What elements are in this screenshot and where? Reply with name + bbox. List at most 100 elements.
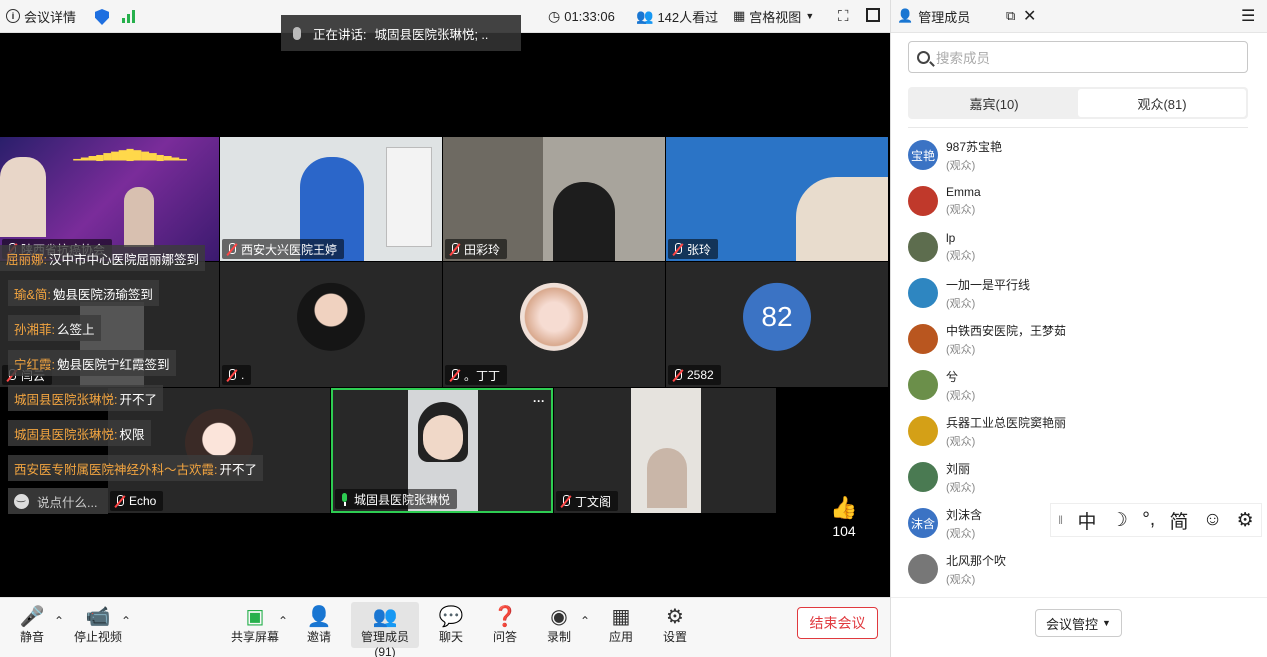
like-button[interactable]: 👍 104: [826, 495, 862, 539]
signal-icon[interactable]: [122, 10, 135, 23]
name-tag: 。丁丁: [445, 365, 508, 385]
member-name: 刘丽: [946, 461, 971, 476]
meeting-control-label: 会议管控: [1046, 616, 1099, 632]
member-info: 北风那个吹 (观众): [946, 552, 1006, 587]
invite-button[interactable]: 👤 邀请: [291, 604, 347, 645]
chevron-up-icon[interactable]: ⌃: [580, 614, 590, 628]
chat-message: 宁红霞: 勉县医院宁红霞签到: [8, 350, 176, 376]
avatar: [908, 232, 938, 262]
video-tile[interactable]: ▁▂▃▄▅▆▇█▇▆▅▄▃▂▁ 陕西省抗癌协会: [0, 137, 219, 261]
stop-video-button[interactable]: 📹 停止视频: [70, 604, 126, 645]
member-item[interactable]: 刘丽 (观众): [908, 457, 975, 497]
search-input[interactable]: 搜索成员: [908, 41, 1248, 73]
video-tile-active[interactable]: ··· 城固县医院张琳悦: [331, 388, 553, 513]
member-info: 刘沫含 (观众): [946, 506, 982, 541]
popout-icon[interactable]: ⧉: [1006, 8, 1015, 24]
member-name: 一加一是平行线: [946, 277, 1031, 292]
tab-guests[interactable]: 嘉宾(10): [910, 89, 1078, 117]
member-info: Emma (观众): [946, 185, 981, 217]
view-mode-dropdown[interactable]: ▦ 宫格视图 ▼: [733, 7, 814, 26]
participant-name: 2582: [687, 368, 714, 382]
chat-sender: 西安医专附属医院神经外科～古欢霞:: [14, 462, 218, 477]
members-label: 管理成员(91): [360, 630, 409, 657]
chevron-up-icon[interactable]: ⌃: [54, 614, 64, 628]
menu-icon[interactable]: ☰: [1241, 6, 1255, 26]
participant-name: .: [241, 368, 245, 382]
video-tile[interactable]: 张玲: [666, 137, 888, 261]
name-tag: 2582: [668, 365, 721, 385]
video-tile[interactable]: .: [220, 262, 442, 387]
video-tile[interactable]: 。丁丁: [443, 262, 665, 387]
participant-avatar: [520, 282, 588, 351]
meeting-details-label: 会议详情: [24, 9, 77, 25]
chat-input[interactable]: 说点什么...: [8, 488, 108, 514]
participant-video: [631, 388, 701, 513]
more-options-icon[interactable]: ···: [533, 394, 545, 408]
viewers-count[interactable]: 👥 142人看过: [636, 7, 718, 26]
shield-icon[interactable]: [95, 9, 109, 25]
panel-footer: 会议管控 ▼: [891, 597, 1267, 657]
stop-video-label: 停止视频: [73, 630, 122, 644]
chat-label: 聊天: [438, 630, 463, 644]
sidebar-toggle-icon[interactable]: [866, 8, 880, 22]
member-item[interactable]: lp (观众): [908, 227, 975, 267]
mute-button[interactable]: 🎤 静音: [4, 604, 60, 645]
ime-drag-handle[interactable]: ‖: [1058, 513, 1063, 527]
chevron-up-icon[interactable]: ⌃: [278, 614, 288, 628]
ime-settings-icon[interactable]: ⚙: [1237, 509, 1254, 532]
member-item[interactable]: 兵器工业总医院窦艳丽 (观众): [908, 411, 1066, 451]
member-item[interactable]: 中铁西安医院，王梦茹 (观众): [908, 319, 1066, 359]
ime-halfwidth-toggle[interactable]: ☽: [1111, 509, 1128, 532]
participant-avatar: [297, 282, 365, 351]
meeting-details-button[interactable]: i 会议详情: [6, 7, 76, 26]
ime-simplified-toggle[interactable]: 简: [1170, 507, 1189, 534]
member-item[interactable]: 一加一是平行线 (观众): [908, 273, 1030, 313]
member-role: (观众): [946, 343, 976, 356]
close-icon[interactable]: ✕: [1023, 6, 1036, 26]
video-tile[interactable]: 田彩玲: [443, 137, 665, 261]
member-item[interactable]: 北风那个吹 (观众): [908, 549, 1006, 589]
chat-message: 屈丽娜: 汉中市中心医院屈丽娜签到: [0, 245, 205, 271]
record-button[interactable]: ◉ 录制: [531, 604, 587, 645]
member-name: 987苏宝艳: [946, 139, 1003, 154]
avatar: [908, 554, 938, 584]
fullscreen-icon[interactable]: ⛶: [838, 8, 849, 25]
members-button[interactable]: 👥 管理成员(91): [351, 602, 419, 657]
avatar: 宝艳: [908, 140, 938, 170]
panel-header: 👤 管理成员 ⧉ ✕ ☰: [891, 0, 1267, 33]
microphone-icon: [293, 26, 301, 40]
video-tile[interactable]: 82 2582: [666, 262, 888, 387]
share-screen-button[interactable]: ▣ 共享屏幕: [227, 604, 283, 645]
name-tag: 丁文阁: [556, 491, 619, 511]
share-screen-icon: ▣: [245, 605, 265, 628]
chevron-up-icon[interactable]: ⌃: [121, 614, 131, 628]
video-tile[interactable]: 丁文阁: [554, 388, 776, 513]
participant-name: 。丁丁: [464, 368, 501, 383]
thumbs-up-icon: 👍: [830, 495, 858, 520]
member-tabs: 嘉宾(10) 观众(81): [908, 87, 1248, 119]
meeting-timer: ◷ 01:33:06: [548, 8, 615, 25]
participant-video: [796, 177, 888, 261]
share-label: 共享屏幕: [230, 630, 279, 644]
ime-chinese-toggle[interactable]: 中: [1078, 507, 1097, 534]
chat-button[interactable]: 💬 聊天: [423, 604, 479, 645]
member-item[interactable]: 兮 (观众): [908, 365, 975, 405]
member-item[interactable]: 沫含 刘沫含 (观众): [908, 503, 982, 543]
tab-audience[interactable]: 观众(81): [1078, 89, 1246, 117]
members-panel: 👤 管理成员 ⧉ ✕ ☰ 搜索成员 嘉宾(10) 观众(81) 宝艳 987苏宝艳…: [890, 0, 1267, 657]
panel-title: 管理成员: [918, 9, 971, 25]
mic-active-icon: [339, 492, 350, 506]
mic-muted-icon: [114, 494, 125, 508]
settings-button[interactable]: ⚙ 设置: [647, 604, 703, 645]
emoji-icon[interactable]: [14, 492, 29, 509]
member-item[interactable]: Emma (观众): [908, 181, 981, 221]
end-meeting-button[interactable]: 结束会议: [797, 607, 878, 639]
qa-button[interactable]: ❓ 问答: [477, 604, 533, 645]
member-item[interactable]: 宝艳 987苏宝艳 (观众): [908, 135, 1002, 175]
meeting-control-button[interactable]: 会议管控 ▼: [1035, 609, 1122, 637]
ime-punctuation-toggle[interactable]: °,: [1142, 509, 1155, 531]
ime-emoji-icon[interactable]: ☺: [1203, 509, 1222, 531]
video-tile[interactable]: 西安大兴医院王婷: [220, 137, 442, 261]
apps-button[interactable]: ▦ 应用: [593, 604, 649, 645]
apps-label: 应用: [608, 630, 633, 644]
